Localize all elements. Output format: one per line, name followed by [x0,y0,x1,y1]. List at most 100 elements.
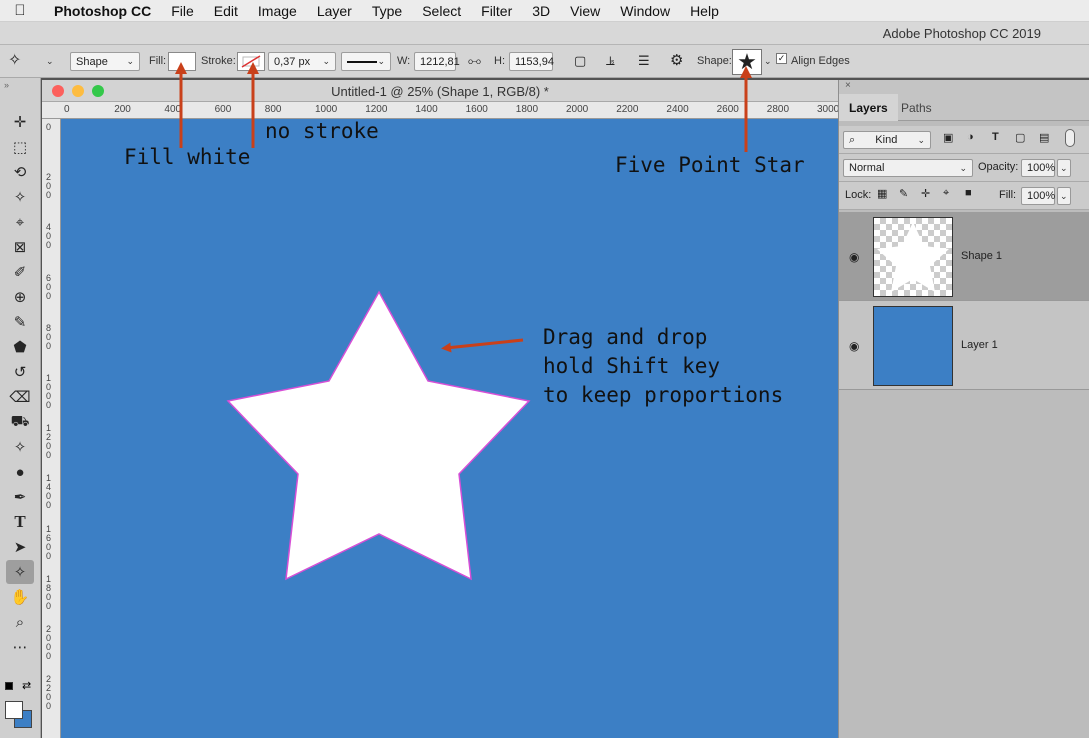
more-tools-icon[interactable]: ⋯ [6,635,34,659]
zoom-tool-icon[interactable]: ⌕ [6,610,34,634]
preset-chevron-icon[interactable]: ⌄ [46,56,54,67]
ruler-tick-label: 400 [46,222,52,251]
chevron-down-icon: ⌄ [322,56,330,66]
smart-object-filter-icon[interactable]: ▤ [1039,131,1049,144]
swap-colors-icon[interactable]: ⇄ [22,679,31,692]
filter-toggle[interactable] [1065,129,1075,147]
shape-filter-icon[interactable]: ▢ [1015,131,1025,144]
opacity-field[interactable]: 100% [1021,159,1055,177]
pixel-filter-icon[interactable]: ▣ [943,131,953,144]
ruler-tick-label: 1200 [365,104,388,115]
lock-artboard-icon[interactable]: ⌖ [943,187,949,200]
dodge-tool-icon[interactable]: ● [6,460,34,484]
opacity-dropdown[interactable]: ⌄ [1057,159,1071,177]
eraser-tool-icon[interactable]: ⌫ [6,385,34,409]
menu-help[interactable]: Help [680,3,729,19]
star-shape[interactable] [226,290,531,581]
menu-layer[interactable]: Layer [307,3,362,19]
document-canvas[interactable]: Fill white no stroke Five Point Star Dra… [61,119,838,738]
canvas-art [226,290,531,581]
default-colors-icon[interactable] [5,682,13,690]
move-tool-icon[interactable]: ✛ [6,110,34,134]
stroke-width-value: 0,37 px [274,55,311,68]
panel-close-icon[interactable]: × [839,80,1089,94]
align-edges-checkbox[interactable]: ✓ [776,53,787,64]
ruler-tick-label: 2000 [46,624,52,661]
height-label: H: [494,55,505,67]
lock-paint-icon[interactable]: ✎ [899,187,908,200]
magic-wand-icon[interactable]: ✧ [6,185,34,209]
menu-image[interactable]: Image [248,3,307,19]
width-field[interactable]: 1212,81 [414,52,460,71]
fill-swatch[interactable] [168,52,196,71]
frame-tool-icon[interactable]: ⊠ [6,235,34,259]
chevron-down-icon[interactable]: ⌄ [764,56,772,67]
tool-mode-select[interactable]: Shape ⌄ [70,52,140,71]
layer-row-layer-1[interactable]: ◉ Layer 1 [839,301,1089,390]
visibility-eye-icon[interactable]: ◉ [849,250,859,264]
panel-tabs: Layers Paths [839,94,1089,121]
history-brush-icon[interactable]: ↺ [6,360,34,384]
path-operations-icon[interactable]: ▢ [574,53,586,69]
menu-file[interactable]: File [161,3,204,19]
pen-tool-icon[interactable]: ✒ [6,485,34,509]
type-tool-icon[interactable]: T [6,510,34,534]
menu-select[interactable]: Select [412,3,471,19]
app-title-bar: Adobe Photoshop CC 2019 [0,22,1089,45]
menu-view[interactable]: View [560,3,610,19]
star-thumbnail-icon [877,222,949,292]
visibility-eye-icon[interactable]: ◉ [849,339,859,353]
paint-bucket-icon[interactable]: ⛟ [6,410,34,434]
clone-stamp-icon[interactable]: ⬟ [6,335,34,359]
ruler-tick-label: 1400 [46,473,52,511]
adjustment-filter-icon[interactable]: ◑ [967,131,974,143]
menu-edit[interactable]: Edit [204,3,248,19]
height-field[interactable]: 1153,94 [509,52,554,71]
shape-label: Shape: [697,55,732,67]
tab-paths[interactable]: Paths [891,94,942,121]
shape-picker[interactable]: ★ [732,49,762,75]
lock-transparency-icon[interactable]: ▦ [877,187,887,200]
healing-brush-icon[interactable]: ⊕ [6,285,34,309]
lasso-tool-icon[interactable]: ⟲ [6,160,34,184]
lock-position-icon[interactable]: ✛ [921,187,930,200]
foreground-color-swatch[interactable] [5,701,23,719]
fill-field[interactable]: 100% [1021,187,1055,205]
link-icon[interactable]: ⧟ [468,53,481,69]
ruler-tick-label: 1800 [515,104,539,115]
blend-mode-select[interactable]: Normal ⌄ [843,159,973,177]
stroke-swatch[interactable] [237,52,265,71]
fill-dropdown[interactable]: ⌄ [1057,187,1071,205]
tab-layers[interactable]: Layers [839,94,898,121]
path-selection-icon[interactable]: ➤ [6,535,34,559]
horizontal-ruler[interactable]: 0 200 400 600 800 1000 1200 1400 1600 1800 2000 220… [42,102,838,119]
blur-tool-icon[interactable]: ✧ [6,435,34,459]
lock-all-icon[interactable]: ■ [965,187,972,199]
marquee-tool-icon[interactable]: ⬚ [6,135,34,159]
ruler-tick-label: 1000 [315,104,338,115]
eyedropper-icon[interactable]: ✐ [6,260,34,284]
menu-type[interactable]: Type [362,3,412,19]
custom-shape-tool-preset-icon[interactable]: ✧ [8,50,21,70]
menu-app[interactable]: Photoshop CC [40,3,161,19]
vertical-ruler[interactable]: 0 200 400 600 800 1000 1200 1400 1600 1800 2000 220… [42,119,61,738]
stroke-type-select[interactable]: ⌄ [341,52,391,71]
menu-window[interactable]: Window [610,3,680,19]
panel-collapse-icon[interactable]: » [4,80,9,90]
width-label: W: [397,55,411,67]
layer-row-shape-1[interactable]: ◉ Shape 1 [839,212,1089,301]
stroke-width-field[interactable]: 0,37 px ⌄ [268,52,336,71]
gear-icon[interactable]: ⚙ [670,51,683,69]
kind-filter-select[interactable]: ⌕ Kind ⌄ [843,131,931,149]
path-arrangement-icon[interactable]: ☰ [638,53,650,69]
custom-shape-tool-icon[interactable]: ✧ [6,560,34,584]
menu-3d[interactable]: 3D [522,3,560,19]
crop-tool-icon[interactable]: ⌖ [6,210,34,234]
brush-tool-icon[interactable]: ✎ [6,310,34,334]
type-filter-icon[interactable]: T [992,131,999,143]
path-alignment-icon[interactable]: ⫡ [606,53,615,69]
apple-menu-icon[interactable]:  [0,2,40,19]
hand-tool-icon[interactable]: ✋ [6,585,34,609]
blend-mode-value: Normal [849,162,885,174]
menu-filter[interactable]: Filter [471,3,522,19]
